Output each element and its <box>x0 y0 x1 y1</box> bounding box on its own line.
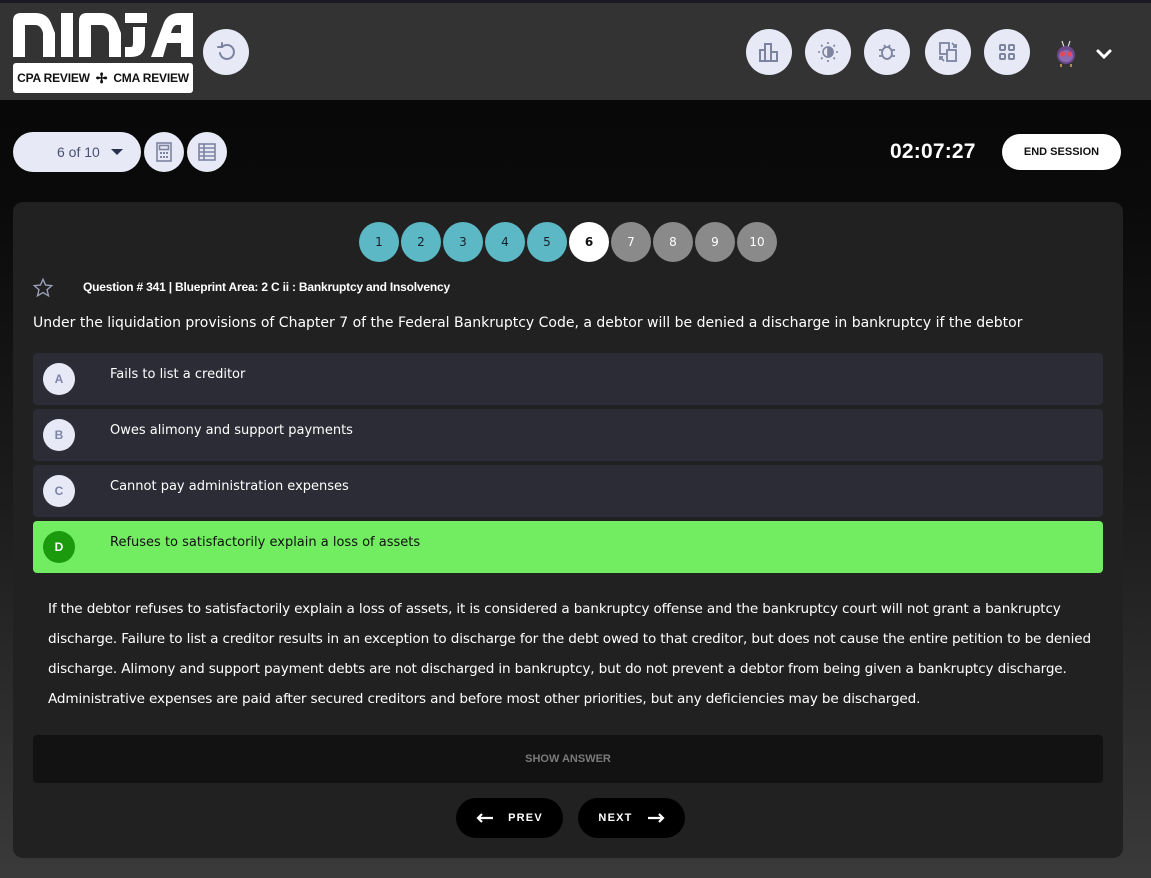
bookmark-star-icon[interactable] <box>32 277 54 299</box>
next-button[interactable]: NEXT <box>578 798 685 838</box>
question-meta: Question # 341 | Blueprint Area: 2 C ii … <box>83 280 450 294</box>
calculator-icon <box>156 142 172 162</box>
arrow-left-icon <box>476 813 494 823</box>
session-timer: 02:07:27 <box>890 140 976 163</box>
option-letter-badge: D <box>43 531 75 563</box>
question-number-1[interactable]: 1 <box>359 222 399 262</box>
answer-explanation: If the debtor refuses to satisfactorily … <box>48 601 1091 707</box>
option-letter-badge: A <box>43 363 75 395</box>
switch-icon <box>939 42 957 62</box>
question-number-7[interactable]: 7 <box>611 222 651 262</box>
answer-options: A Fails to list a creditor B Owes alimony a… <box>33 353 1103 577</box>
arrow-right-icon <box>647 813 665 823</box>
end-session-button[interactable]: END SESSION <box>1002 134 1121 170</box>
answer-option-a[interactable]: A Fails to list a creditor <box>33 353 1103 405</box>
question-number-4[interactable]: 4 <box>485 222 525 262</box>
logo[interactable]: CPA REVIEW ✢ CMA REVIEW <box>13 13 193 93</box>
show-answer-button[interactable]: SHOW ANSWER <box>33 735 1103 783</box>
next-label: NEXT <box>598 812 633 824</box>
question-number-6[interactable]: 6 <box>569 222 609 262</box>
prev-button[interactable]: PREV <box>456 798 563 838</box>
stats-button[interactable] <box>746 29 792 75</box>
reset-button[interactable] <box>203 29 249 75</box>
spreadsheet-icon <box>198 143 216 161</box>
answer-option-c[interactable]: C Cannot pay administration expenses <box>33 465 1103 517</box>
option-text: Refuses to satisfactorily explain a loss… <box>110 535 421 550</box>
switch-view-button[interactable] <box>925 29 971 75</box>
apps-button[interactable] <box>984 29 1030 75</box>
option-letter-badge: B <box>43 419 75 451</box>
stats-icon <box>759 43 778 62</box>
answer-option-d[interactable]: D Refuses to satisfactorily explain a los… <box>33 521 1103 573</box>
cpa-review-label: CPA REVIEW <box>17 71 90 85</box>
ninja-wordmark <box>13 13 193 57</box>
question-card: 1 2 3 4 5 6 7 8 9 10 Question # 341 | Blueprint A… <box>13 202 1123 858</box>
option-text: Owes alimony and support payments <box>110 423 353 438</box>
question-number-5[interactable]: 5 <box>527 222 567 262</box>
calculator-button[interactable] <box>144 132 184 172</box>
apps-grid-icon <box>999 44 1015 60</box>
user-avatar[interactable] <box>1054 39 1078 69</box>
question-number-8[interactable]: 8 <box>653 222 693 262</box>
report-bug-button[interactable] <box>864 29 910 75</box>
option-letter-badge: C <box>43 475 75 507</box>
question-number-9[interactable]: 9 <box>695 222 735 262</box>
question-selector[interactable]: 6 of 10 <box>13 132 141 172</box>
account-menu-chevron[interactable] <box>1095 47 1113 61</box>
spreadsheet-button[interactable] <box>187 132 227 172</box>
bug-report-icon <box>879 44 895 60</box>
question-selector-value: 6 of 10 <box>57 144 100 160</box>
app-header: CPA REVIEW ✢ CMA REVIEW <box>0 3 1151 100</box>
ninja-star-icon: ✢ <box>95 69 108 86</box>
question-pager: 1 2 3 4 5 6 7 8 9 10 <box>359 222 777 262</box>
prev-label: PREV <box>508 812 543 824</box>
question-number-3[interactable]: 3 <box>443 222 483 262</box>
theme-toggle-button[interactable] <box>805 29 851 75</box>
product-badge: CPA REVIEW ✢ CMA REVIEW <box>13 63 193 93</box>
theme-icon <box>818 42 838 62</box>
answer-option-b[interactable]: B Owes alimony and support payments <box>33 409 1103 461</box>
question-number-10[interactable]: 10 <box>737 222 777 262</box>
reset-icon <box>217 42 235 60</box>
question-number-2[interactable]: 2 <box>401 222 441 262</box>
option-text: Fails to list a creditor <box>110 367 246 382</box>
question-text: Under the liquidation provisions of Chap… <box>33 315 1023 331</box>
option-text: Cannot pay administration expenses <box>110 479 349 494</box>
cma-review-label: CMA REVIEW <box>113 71 189 85</box>
caret-down-icon <box>111 149 123 155</box>
